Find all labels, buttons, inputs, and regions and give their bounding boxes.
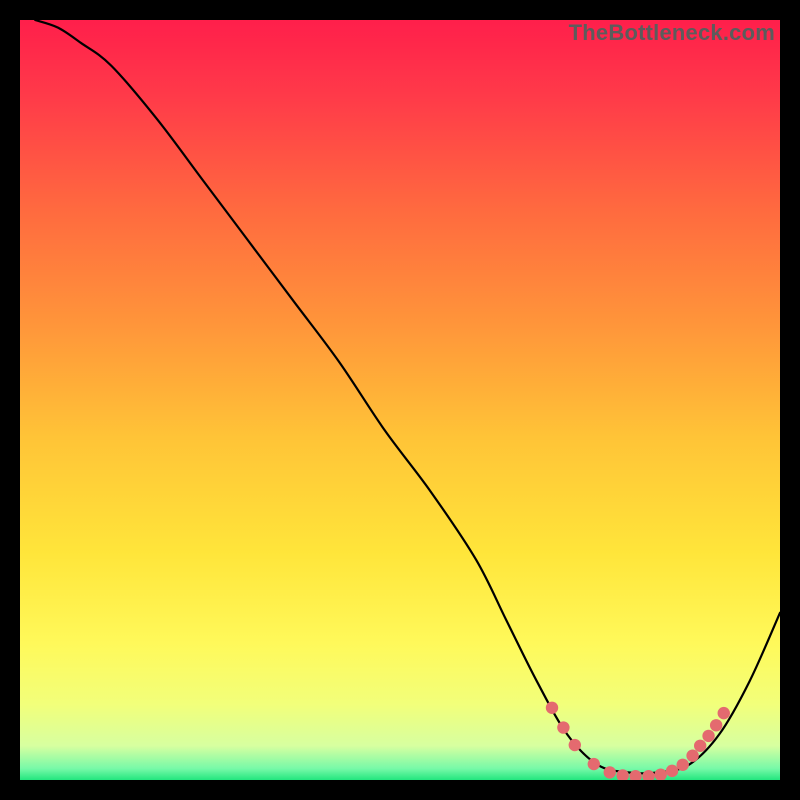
marker-dot <box>666 765 678 777</box>
watermark-text: TheBottleneck.com <box>569 20 775 46</box>
marker-dot <box>702 730 714 742</box>
marker-dot <box>569 739 581 751</box>
marker-dot <box>588 758 600 770</box>
chart-frame: TheBottleneck.com <box>20 20 780 780</box>
marker-dot <box>694 740 706 752</box>
marker-dot <box>710 719 722 731</box>
marker-dot <box>604 766 616 778</box>
marker-dot <box>686 749 698 761</box>
marker-dot <box>557 721 569 733</box>
gradient-background <box>20 20 780 780</box>
marker-dot <box>718 707 730 719</box>
marker-dot <box>546 702 558 714</box>
bottleneck-chart <box>20 20 780 780</box>
marker-dot <box>677 759 689 771</box>
